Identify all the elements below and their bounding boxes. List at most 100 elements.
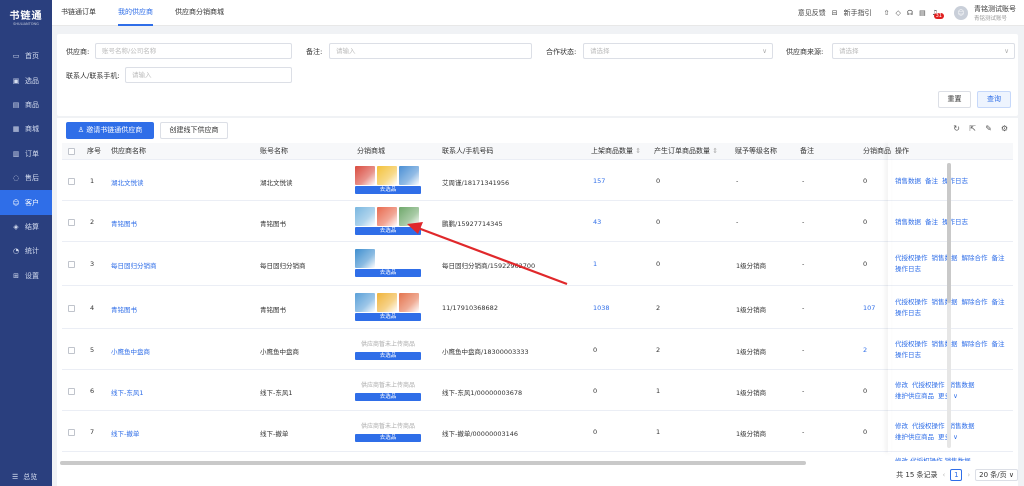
action-link[interactable]: 解除合作 xyxy=(962,254,988,262)
action-link[interactable]: 备注 xyxy=(925,177,938,185)
doc-icon[interactable]: ▤ xyxy=(919,9,926,17)
supplier-name-link[interactable]: 湖北文悦读 xyxy=(111,177,144,187)
dist-goods-count[interactable]: 0 xyxy=(863,177,867,185)
action-link[interactable]: 销售数据 xyxy=(949,422,975,430)
sidebar-item-monitor[interactable]: ▭ 首页 xyxy=(0,44,52,68)
create-offline-supplier-button[interactable]: 创建线下供应商 xyxy=(160,122,228,139)
book-cover-image[interactable] xyxy=(355,249,375,268)
sidebar-item-order[interactable]: ▥ 订单 xyxy=(0,142,52,166)
headset-icon[interactable]: ☊ xyxy=(907,9,913,17)
action-link[interactable]: 销售数据 xyxy=(895,218,921,226)
gear-icon[interactable]: ⚙ xyxy=(1001,124,1008,133)
sidebar-item-settle[interactable]: ◈ 结算 xyxy=(0,215,52,239)
supplier-name-link[interactable]: 小鹰鱼中盘商 xyxy=(111,346,150,356)
tab-orders[interactable]: 书链通订单 xyxy=(61,0,96,26)
tab-my-suppliers[interactable]: 我的供应商 xyxy=(118,0,153,26)
dist-goods-count[interactable]: 107 xyxy=(863,304,875,312)
dist-goods-count[interactable]: 2 xyxy=(863,346,867,354)
select-goods-button[interactable]: 去选品 xyxy=(355,312,421,321)
sidebar-item-box[interactable]: ▤ 商品 xyxy=(0,93,52,117)
action-link[interactable]: 代授权操作 xyxy=(912,381,945,389)
table-row[interactable]: 2 青铭图书 青铭图书 去选品 鹏鹏/15927714345 43 0 - - 0 销售数据 备注 操作… xyxy=(62,201,1013,242)
action-link[interactable]: 销售数据 xyxy=(932,254,958,262)
supplier-name-link[interactable]: 青铭图书 xyxy=(111,304,137,314)
select-goods-button[interactable]: 去选品 xyxy=(355,392,421,401)
action-link[interactable]: 销售数据 xyxy=(949,381,975,389)
select-goods-button[interactable]: 去选品 xyxy=(355,226,421,235)
listed-count[interactable]: 157 xyxy=(593,177,605,185)
th-listed[interactable]: 上架商品数量 ⇕ xyxy=(591,143,641,160)
action-link[interactable]: 备注 xyxy=(992,340,1005,348)
book-cover-image[interactable] xyxy=(355,292,375,312)
feedback-link[interactable]: 意见反馈 xyxy=(798,8,826,18)
select-goods-button[interactable]: 去选品 xyxy=(355,185,421,194)
horizontal-scrollbar[interactable] xyxy=(60,461,806,465)
query-button[interactable]: 查询 xyxy=(977,91,1011,108)
partial-row-actions[interactable]: 修改 代授权操作 销售数据 xyxy=(895,456,1015,461)
action-link[interactable]: 操作日志 xyxy=(942,177,968,185)
guide-link[interactable]: 新手指引 xyxy=(844,8,872,18)
book-cover-image[interactable] xyxy=(377,206,397,226)
book-cover-image[interactable] xyxy=(355,165,375,185)
supplier-name-link[interactable]: 青铭图书 xyxy=(111,218,137,228)
action-link[interactable]: 代授权操作 xyxy=(912,422,945,430)
action-link[interactable]: 解除合作 xyxy=(962,298,988,306)
table-row[interactable]: 4 青铭图书 青铭图书 去选品 11/17910368682 1038 2 1级分销商 - 107… xyxy=(62,286,1013,329)
action-link[interactable]: 代授权操作 xyxy=(895,254,928,262)
sidebar-item-headset[interactable]: ◌ 售后 xyxy=(0,166,52,190)
action-link[interactable]: 备注 xyxy=(925,218,938,226)
listed-count[interactable]: 0 xyxy=(593,346,597,354)
notification-bell[interactable]: ♫ 31 xyxy=(932,9,944,19)
select-goods-button[interactable]: 去选品 xyxy=(355,269,421,277)
sidebar-item-stats[interactable]: ◔ 统计 xyxy=(0,239,52,263)
th-ordered[interactable]: 产生订单商品数量 ⇕ xyxy=(654,143,718,160)
listed-count[interactable]: 1 xyxy=(593,260,597,268)
book-cover-image[interactable] xyxy=(355,206,375,226)
page-1[interactable]: 1 xyxy=(950,469,963,481)
action-link[interactable]: 销售数据 xyxy=(895,177,921,185)
listed-count[interactable]: 43 xyxy=(593,218,601,226)
dist-goods-count[interactable]: 0 xyxy=(863,387,867,395)
dist-goods-count[interactable]: 0 xyxy=(863,260,867,268)
page-size-select[interactable]: 20 条/页 ∨ xyxy=(975,469,1018,481)
action-link[interactable]: 操作日志 xyxy=(895,351,921,359)
book-cover-image[interactable] xyxy=(399,165,419,185)
book-cover-image[interactable] xyxy=(399,292,419,312)
sidebar-item-customer[interactable]: ☺ 客户 xyxy=(0,190,52,215)
action-link[interactable]: 备注 xyxy=(992,298,1005,306)
dist-goods-count[interactable]: 0 xyxy=(863,428,867,436)
edit-columns-icon[interactable]: ✎ xyxy=(985,124,992,133)
vertical-scrollbar[interactable] xyxy=(947,163,951,303)
select-all-checkbox[interactable] xyxy=(68,148,75,155)
book-cover-image[interactable] xyxy=(399,206,419,226)
select-goods-button[interactable]: 去选品 xyxy=(355,433,421,442)
action-link[interactable]: 代授权操作 xyxy=(895,298,928,306)
listed-count[interactable]: 0 xyxy=(593,428,597,436)
action-link[interactable]: 销售数据 xyxy=(932,340,958,348)
dist-goods-count[interactable]: 0 xyxy=(863,218,867,226)
row-checkbox[interactable] xyxy=(68,218,75,226)
row-checkbox[interactable] xyxy=(68,304,75,312)
action-link[interactable]: 代授权操作 xyxy=(895,340,928,348)
action-link[interactable]: 维护供应商品 xyxy=(895,392,934,400)
remark-input[interactable]: 请输入 xyxy=(329,43,532,59)
row-checkbox[interactable] xyxy=(68,387,75,395)
user-info[interactable]: 青铭测试账号 青铭测试账号 xyxy=(974,4,1016,22)
next-page-icon[interactable]: › xyxy=(967,471,970,479)
app-logo[interactable]: 书链通 SHULIANTONG xyxy=(0,0,52,32)
table-row[interactable]: 5 小鹰鱼中盘商 小鹰鱼中盘商 供应商暂未上传商品 去选品 小鹰鱼中盘商/18300003… xyxy=(62,329,1013,370)
sidebar-item-settings[interactable]: ⊞ 设置 xyxy=(0,264,52,288)
action-link[interactable]: 备注 xyxy=(992,254,1005,262)
action-link[interactable]: 维护供应商品 xyxy=(895,433,934,441)
sidebar-item-select[interactable]: ▣ 选品 xyxy=(0,68,52,92)
row-checkbox[interactable] xyxy=(68,261,75,268)
sidebar-item-shop[interactable]: ▦ 商城 xyxy=(0,117,52,141)
supplier-input[interactable]: 账号名称/公司名称 xyxy=(95,43,292,59)
table-row[interactable]: 3 每日固归分销商 每日固归分销商 去选品 每日固归分销商/15922962700 1 0 1… xyxy=(62,242,1013,286)
table-row[interactable]: 7 线下-撤单 线下-撤单 供应商暂未上传商品 去选品 线下-撤单/00000003146… xyxy=(62,411,1013,452)
table-row[interactable]: 6 线下-东风1 线下-东风1 供应商暂未上传商品 去选品 线下-东风1/00000003… xyxy=(62,370,1013,411)
prev-page-icon[interactable]: ‹ xyxy=(943,471,946,479)
row-checkbox[interactable] xyxy=(68,428,75,436)
action-link[interactable]: 解除合作 xyxy=(962,340,988,348)
row-checkbox[interactable] xyxy=(68,346,75,354)
